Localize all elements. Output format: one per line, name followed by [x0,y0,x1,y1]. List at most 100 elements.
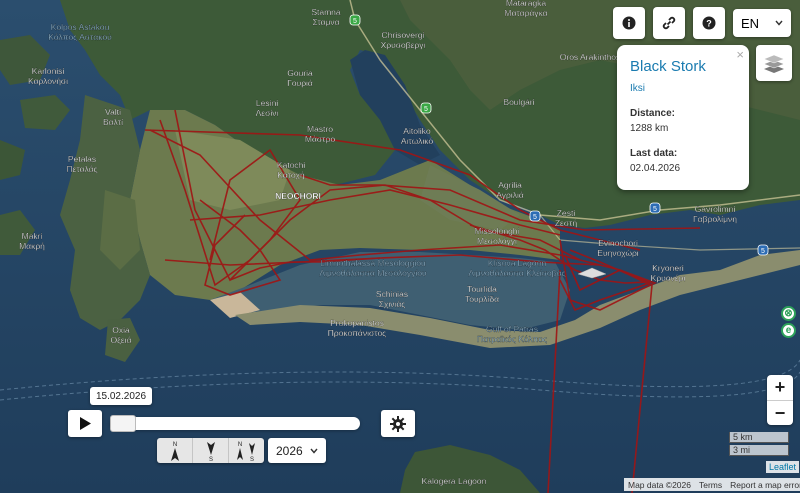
place-name-greek: Κρυονέρι [651,273,686,283]
place-name-greek: Ματαράγκα [504,8,547,18]
place-name-greek: Λιμνοθάλασσα Κλείσοβας [468,268,565,278]
road-badge: 5 [649,202,661,214]
place-name: Missolonghi [475,226,520,236]
south-label: S [249,457,253,462]
place-name: NEOCHORI [275,191,321,201]
link-icon [662,16,676,30]
place-label: Kolpos AstakouΚόλπος Αστακού [48,22,112,42]
place-label: KarlonisiΚαρλονήσι [28,66,68,86]
both-directions-icon: N S [236,442,255,462]
place-name-greek: Μεσολόγγι [477,236,517,246]
place-name-greek: Σχινιάς [379,299,406,309]
place-name: Gavrolimni [695,204,736,214]
place-name: Schinias [376,289,408,299]
place-label: ChrisovergiΧρυσοβεργι [381,30,426,50]
info-button[interactable] [613,7,645,39]
place-label: EvinochoriΕυηνοχώρι [597,238,639,258]
year-value: 2026 [276,443,303,458]
close-icon[interactable]: × [736,47,744,62]
settings-button[interactable] [381,410,415,437]
place-name: Oros Arakinthos [560,52,620,62]
place-label: AgriliaΑγριλιά [496,180,524,200]
chevron-down-icon [775,20,783,26]
place-label: Limnothalassa MesologgiouΛιμνοθάλασσα Με… [319,258,427,278]
svg-text:5: 5 [533,214,537,221]
link-button[interactable] [653,7,685,39]
place-label: NEOCHORI [275,191,321,201]
svg-text:?: ? [706,19,712,29]
map-data-text: Map data ©2026 [628,479,691,490]
place-label: MissolonghiΜεσολόγγι [474,226,520,246]
place-name-greek: Ευηνοχώρι [597,248,638,258]
direction-north-button[interactable]: N [157,438,193,463]
place-label: KryoneriΚρυονέρι [651,263,686,283]
place-name: Aitoliko [403,126,431,136]
place-name-greek: Λιμνοθάλασσα Μεσολογγίου [319,268,427,278]
timeline-slider-thumb[interactable] [110,415,136,432]
place-name-greek: Σταμνα [312,17,339,27]
north-label: N [237,442,241,448]
attribution-bar: Map data ©2026 Terms Report a map error [624,478,800,491]
place-name-greek: Τουρλίδα [465,294,499,304]
zoom-in-button[interactable]: + [767,375,793,400]
direction-filter: N S N S [157,438,264,463]
place-name: Chrisovergi [382,30,425,40]
place-name: Kalogera Lagoon [422,476,487,486]
year-select[interactable]: 2026 [268,438,326,463]
place-label: PetalasΠεταλάς [66,154,97,174]
place-name: Oxia [112,325,130,335]
svg-text:5: 5 [653,206,657,213]
info-icon [622,16,636,30]
close-circle-icon[interactable]: ⊗ [781,306,796,321]
report-error-link[interactable]: Report a map error [730,480,800,490]
place-name: Zesti [557,208,576,218]
terms-link[interactable]: Terms [699,480,722,490]
place-label: SchiniasΣχινιάς [376,289,408,309]
place-name: Mataragka [506,0,546,8]
place-name-greek: Αγριλιά [496,190,524,200]
language-select[interactable]: EN [733,9,791,37]
direction-both-button[interactable]: N S [229,438,264,463]
place-name-greek: Ζεστή [555,218,578,228]
language-value: EN [741,15,760,31]
place-name-greek: Αιτωλικό [401,136,434,146]
place-name: Klisova Lagoon [488,258,546,268]
place-name-greek: Προκοπάνιστος [328,328,387,338]
distance-label: Distance: [630,108,676,119]
place-name-greek: Καρλονήσι [28,76,68,86]
place-name-greek: Βαλτί [103,117,123,127]
place-name-greek: Μάστρο [305,134,335,144]
place-name: Lesini [256,98,278,108]
timeline-slider[interactable] [110,415,360,432]
svg-text:5: 5 [761,248,765,255]
layers-button[interactable] [756,45,792,81]
e-logo-icon[interactable]: e [781,323,796,338]
place-name: Limnothalassa Mesologgiou [320,258,426,268]
current-date-tooltip: 15.02.2026 [90,387,152,405]
place-label: TourlidaΤουρλίδα [465,284,499,304]
place-label: Oros Arakinthos [560,52,621,62]
place-name: Mastro [307,124,333,134]
animal-name-link[interactable]: Iksi [630,83,736,94]
road-badge: 5 [420,102,432,114]
place-name-greek: Λεσίνι [256,108,279,118]
play-button[interactable] [68,410,102,437]
place-name-greek: Οξειά [110,335,131,345]
animal-info-popup: × Black Stork Iksi Distance: 1288 km Las… [617,45,749,190]
leaflet-link[interactable]: Leaflet [766,461,800,473]
place-label: OxiaΟξειά [110,325,131,345]
last-data-value: 02.04.2026 [630,163,681,174]
direction-south-button[interactable]: S [193,438,229,463]
gear-icon [390,415,406,432]
place-label: KatochiΚατοχή [277,160,306,180]
place-name: Tourlida [467,284,497,294]
place-label: ProkopanistosΠροκοπάνιστος [328,318,387,338]
place-label: LesiniΛεσίνι [256,98,279,118]
help-button[interactable]: ? [693,7,725,39]
place-name: Gouria [287,68,313,78]
zoom-out-button[interactable]: − [767,400,793,426]
place-name: Makri [22,231,43,241]
place-label: GouriaΓουριά [287,68,313,88]
place-name: Evinochori [598,238,638,248]
north-arrow-icon: N [170,442,179,461]
